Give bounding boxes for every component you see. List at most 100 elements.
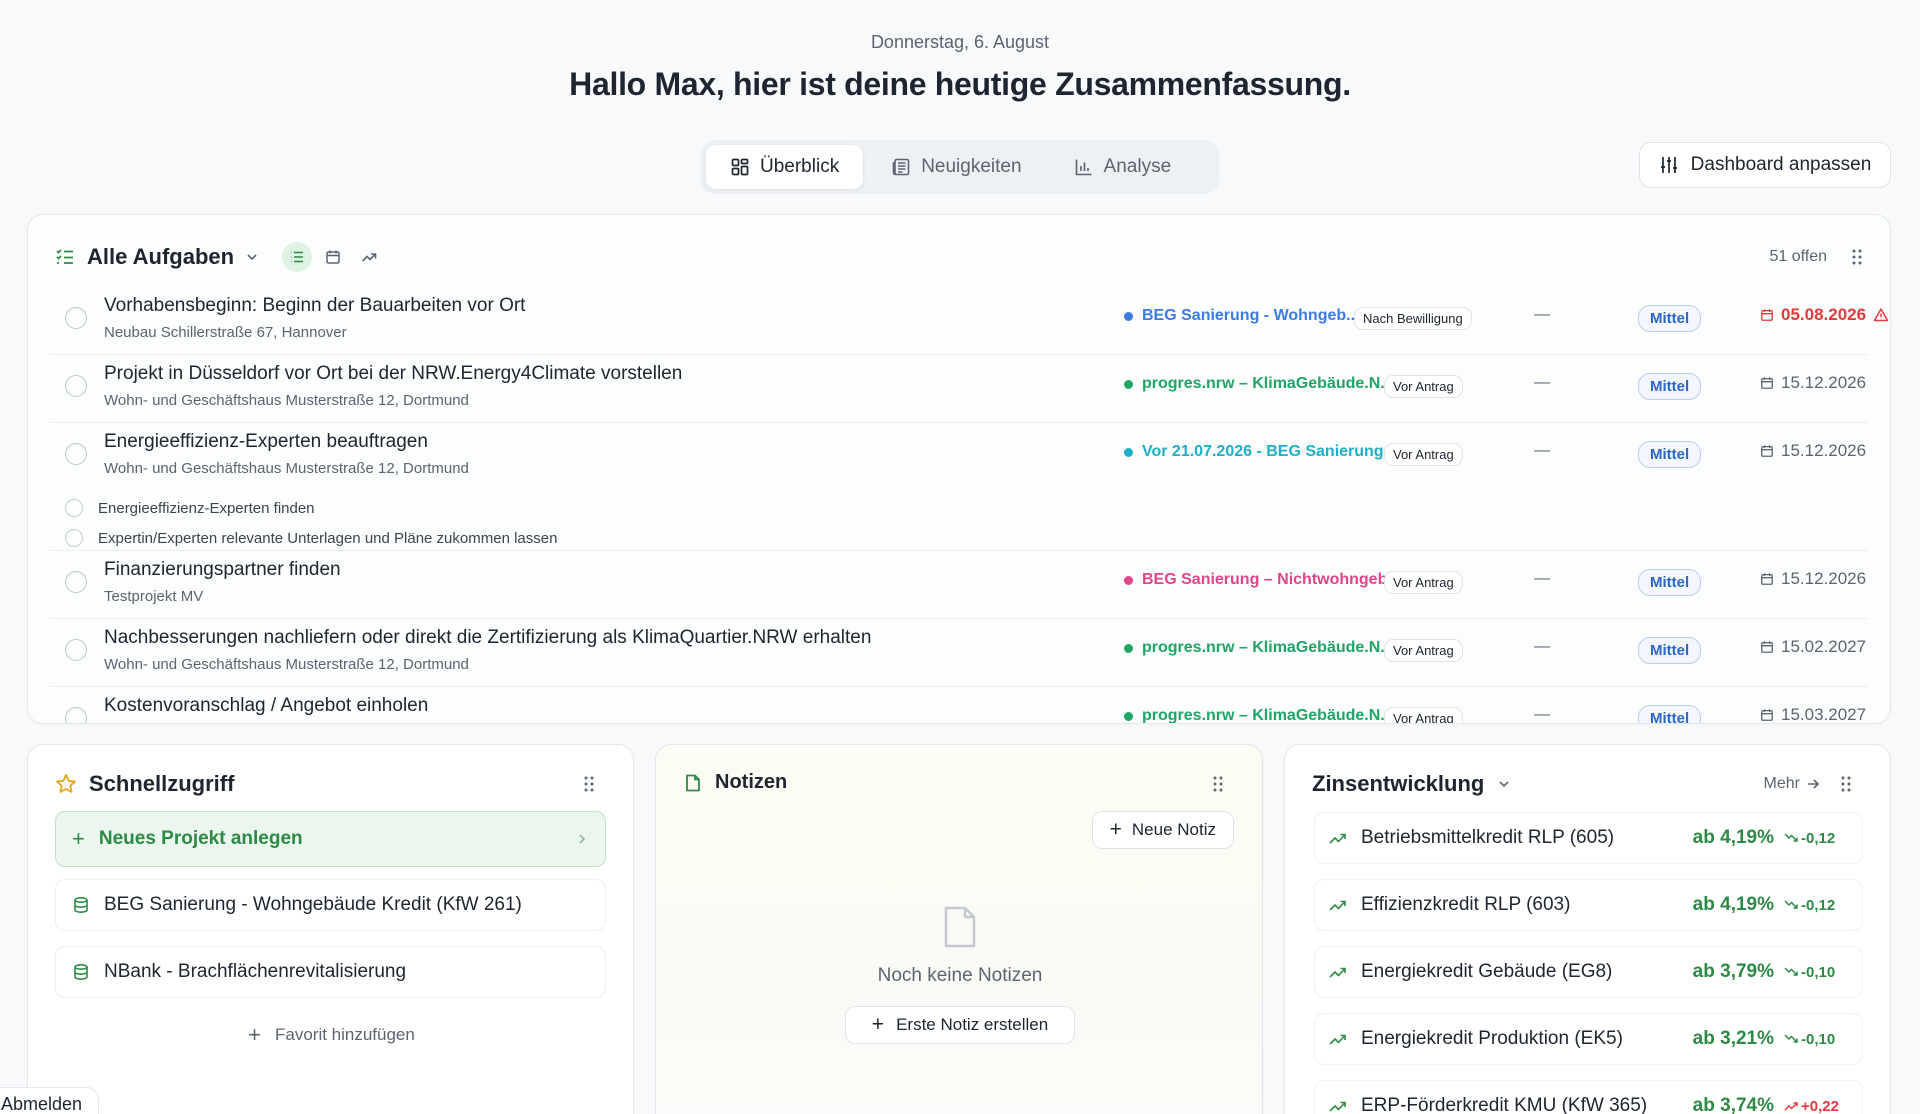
subtask-checkbox[interactable]	[65, 499, 83, 517]
task-title[interactable]: Finanzierungspartner finden	[104, 559, 341, 581]
new-project-button[interactable]: + Neues Projekt anlegen	[55, 811, 606, 867]
drag-handle-icon[interactable]	[1840, 775, 1852, 793]
program-label: progres.nrw – KlimaGebäude.N...	[1142, 375, 1394, 392]
program-label: progres.nrw – KlimaGebäude.N...	[1142, 707, 1394, 724]
drag-handle-icon[interactable]	[1851, 248, 1863, 266]
table-row[interactable]: Projekt in Düsseldorf vor Ort bei der NR…	[50, 355, 1868, 423]
rate-item[interactable]: Energiekredit Produktion (EK5) ab 3,21% -0…	[1314, 1013, 1863, 1065]
add-favorite-button[interactable]: + Favorit hinzufügen	[28, 1022, 635, 1048]
rate-item[interactable]: Betriebsmittelkredit RLP (605) ab 4,19% -0…	[1314, 812, 1863, 864]
logout-button[interactable]: Abmelden	[0, 1087, 100, 1114]
trend-up-icon	[1329, 1101, 1346, 1112]
task-checkbox[interactable]	[65, 639, 87, 661]
task-phase-badge: Vor Antrag	[1384, 571, 1463, 594]
task-priority-badge: Mittel	[1638, 305, 1702, 332]
add-favorite-label: Favorit hinzufügen	[274, 1025, 415, 1044]
task-title[interactable]: Projekt in Düsseldorf vor Ort bei der NR…	[104, 363, 682, 385]
rate-change-label: +0,22	[1801, 1097, 1839, 1114]
rates-header: Zinsentwicklung	[1312, 771, 1512, 797]
task-checkbox[interactable]	[65, 571, 87, 593]
task-title[interactable]: Kostenvoranschlag / Angebot einholen	[104, 695, 428, 717]
rate-value: ab 3,79%	[1692, 961, 1774, 982]
subtask-label: Expertin/Experten relevante Unterlagen u…	[98, 529, 558, 547]
task-project: Wohn- und Geschäftshaus Musterstraße 12,…	[104, 656, 469, 673]
rate-name: Energiekredit Produktion (EK5)	[1361, 1028, 1623, 1049]
trend-down-icon	[1784, 833, 1798, 842]
chevron-down-icon[interactable]	[1496, 776, 1512, 792]
table-row[interactable]: Nachbesserungen nachliefern oder direkt …	[50, 619, 1868, 687]
plus-icon: +	[871, 1013, 885, 1036]
task-program[interactable]: BEG Sanierung - Wohngeb...	[1124, 307, 1359, 325]
task-checkbox[interactable]	[65, 707, 87, 723]
grid-icon	[731, 158, 749, 176]
plus-icon: +	[248, 1022, 261, 1047]
drag-handle-icon[interactable]	[583, 775, 595, 793]
tab-overview[interactable]: Überblick	[706, 145, 864, 189]
task-checkbox[interactable]	[65, 307, 87, 329]
rates-title: Zinsentwicklung	[1312, 771, 1485, 796]
task-checkbox[interactable]	[65, 443, 87, 465]
task-checkbox[interactable]	[65, 375, 87, 397]
task-phase-badge: Nach Bewilligung	[1354, 307, 1472, 330]
subtask-item[interactable]: Energieeffizienz-Experten finden	[65, 499, 315, 517]
trend-up-icon	[362, 253, 377, 262]
database-icon	[74, 896, 88, 914]
program-label: Vor 21.07.2026 - BEG Sanierung ...	[1142, 443, 1402, 460]
rate-value: ab 4,19%	[1692, 894, 1774, 915]
more-link[interactable]: Mehr	[1764, 775, 1820, 793]
task-due-date: 15.02.2027	[1760, 637, 1866, 657]
favorite-item[interactable]: BEG Sanierung - Wohngebäude Kredit (KfW …	[55, 879, 606, 931]
task-program[interactable]: BEG Sanierung – Nichtwohngeb...	[1124, 571, 1401, 589]
customize-dashboard-button[interactable]: Dashboard anpassen	[1639, 142, 1891, 188]
task-assignee: —	[1534, 306, 1550, 323]
plus-icon: +	[1109, 818, 1122, 841]
header-date: Donnerstag, 6. August	[870, 32, 1050, 52]
calendar-view-button[interactable]	[318, 242, 348, 272]
trend-view-button[interactable]	[354, 242, 384, 272]
rate-item[interactable]: Effizienzkredit RLP (603) ab 4,19% -0,12	[1314, 879, 1863, 931]
rate-change-label: -0,12	[1801, 896, 1836, 914]
table-row[interactable]: Kostenvoranschlag / Angebot einholen prog…	[50, 687, 1868, 724]
note-icon	[686, 774, 700, 791]
subtask-checkbox[interactable]	[65, 529, 83, 547]
task-program[interactable]: progres.nrw – KlimaGebäude.N...	[1124, 707, 1394, 724]
table-row[interactable]: Energieeffizienz-Experten beauftragen Woh…	[50, 423, 1868, 551]
task-title[interactable]: Energieeffizienz-Experten beauftragen	[104, 431, 428, 453]
tab-analysis[interactable]: Analyse	[1050, 145, 1196, 189]
task-title[interactable]: Vorhabensbeginn: Beginn der Bauarbeiten …	[104, 295, 525, 317]
page-title: Hallo Max, hier ist deine heutige Zusamm…	[569, 66, 1351, 102]
drag-handle-icon[interactable]	[1212, 775, 1224, 793]
tab-news[interactable]: Neuigkeiten	[867, 145, 1045, 189]
favorite-label: NBank - Brachflächenrevitalisierung	[104, 961, 407, 982]
task-priority-badge: Mittel	[1638, 373, 1702, 400]
task-program[interactable]: progres.nrw – KlimaGebäude.N...	[1124, 639, 1394, 657]
task-program[interactable]: progres.nrw – KlimaGebäude.N...	[1124, 375, 1394, 393]
chevron-down-icon[interactable]	[244, 249, 260, 265]
new-note-button[interactable]: + Neue Notiz	[1091, 811, 1234, 849]
due-label: 15.12.2026	[1781, 441, 1867, 460]
program-label: progres.nrw – KlimaGebäude.N...	[1142, 639, 1394, 656]
table-row[interactable]: Vorhabensbeginn: Beginn der Bauarbeiten …	[50, 287, 1889, 355]
calendar-icon	[1761, 309, 1773, 321]
program-dot	[1124, 643, 1133, 653]
task-assignee: —	[1534, 706, 1550, 723]
quick-access-title: Schnellzugriff	[89, 771, 235, 796]
task-title[interactable]: Nachbesserungen nachliefern oder direkt …	[104, 627, 871, 649]
rate-item[interactable]: ERP-Förderkredit KMU (KfW 365) ab 3,74% +0…	[1314, 1080, 1863, 1114]
rate-change-label: -0,10	[1801, 1030, 1836, 1048]
task-program[interactable]: Vor 21.07.2026 - BEG Sanierung ...	[1124, 443, 1401, 461]
tab-label: Überblick	[760, 156, 840, 177]
subtask-item[interactable]: Expertin/Experten relevante Unterlagen u…	[65, 529, 557, 547]
rate-change: -0,12	[1784, 830, 1848, 847]
calendar-icon	[1761, 709, 1773, 721]
rate-item[interactable]: Energiekredit Gebäude (EG8) ab 3,79% -0,10	[1314, 946, 1863, 998]
plus-icon: +	[72, 826, 85, 851]
task-priority-badge: Mittel	[1638, 705, 1702, 723]
list-view-button[interactable]	[282, 242, 313, 272]
favorite-item[interactable]: NBank - Brachflächenrevitalisierung	[55, 946, 606, 998]
task-assignee: —	[1534, 374, 1550, 391]
new-project-label: Neues Projekt anlegen	[98, 828, 303, 849]
table-row[interactable]: Finanzierungspartner finden Testprojekt M…	[50, 551, 1868, 619]
trend-down-icon	[1784, 1034, 1798, 1043]
first-note-button[interactable]: + Erste Notiz erstellen	[845, 1006, 1075, 1044]
